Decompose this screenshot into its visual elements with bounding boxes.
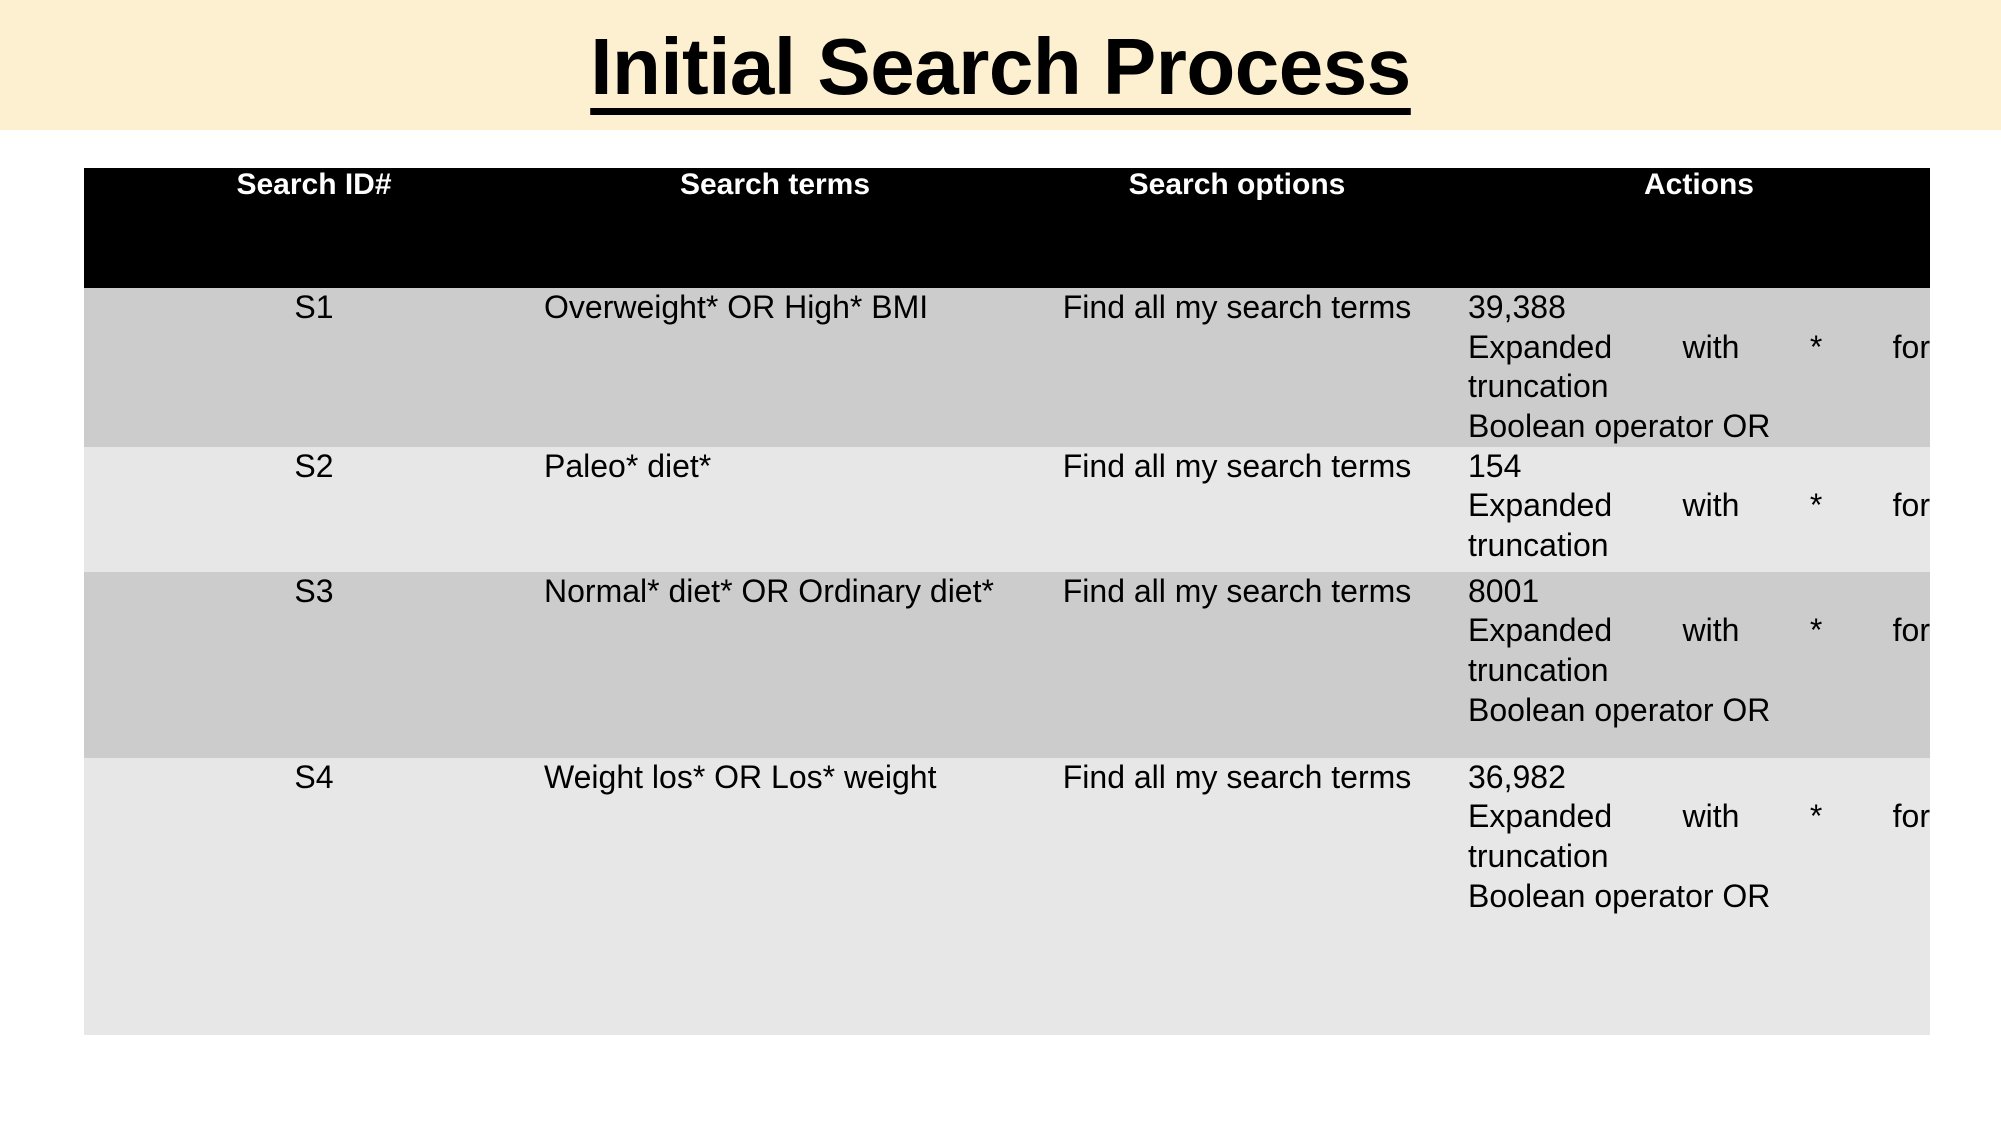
table-row: S3 Normal* diet* OR Ordinary diet* Find …: [84, 571, 1930, 758]
actions-expanded-note: Expanded with * for: [1468, 798, 1930, 835]
table-header-row: Search ID# Search terms Search options A…: [84, 168, 1930, 288]
actions-result-count: 36,982: [1468, 758, 1566, 795]
cell-actions: 8001 Expanded with * for truncation Bool…: [1468, 571, 1930, 758]
actions-boolean-note: Boolean operator OR: [1468, 877, 1771, 914]
cell-search-id: S3: [84, 571, 544, 758]
cell-search-id: S2: [84, 446, 544, 572]
actions-boolean-note: Boolean operator OR: [1468, 691, 1771, 728]
actions-result-count: 154: [1468, 447, 1522, 484]
cell-search-options: Find all my search terms: [1006, 571, 1468, 758]
cell-search-id: S1: [84, 288, 544, 447]
actions-truncation-note: truncation: [1468, 652, 1609, 689]
page-title: Initial Search Process: [590, 22, 1411, 111]
column-header-search-options: Search options: [1006, 168, 1468, 288]
actions-expanded-note: Expanded with * for: [1468, 612, 1930, 649]
column-header-search-terms: Search terms: [544, 168, 1006, 288]
column-header-search-id: Search ID#: [84, 168, 544, 288]
title-banner: Initial Search Process: [0, 0, 2001, 130]
actions-expanded-note: Expanded with * for: [1468, 328, 1930, 365]
table-row: S4 Weight los* OR Los* weight Find all m…: [84, 757, 1930, 1035]
cell-search-options: Find all my search terms: [1006, 757, 1468, 1035]
cell-search-options: Find all my search terms: [1006, 288, 1468, 447]
cell-search-options: Find all my search terms: [1006, 446, 1468, 572]
cell-actions: 154 Expanded with * for truncation: [1468, 446, 1930, 572]
table-row: S2 Paleo* diet* Find all my search terms…: [84, 446, 1930, 572]
cell-search-terms: Overweight* OR High* BMI: [544, 288, 1006, 447]
cell-actions: 39,388 Expanded with * for truncation Bo…: [1468, 288, 1930, 447]
actions-truncation-note: truncation: [1468, 838, 1609, 875]
actions-expanded-note: Expanded with * for: [1468, 487, 1930, 524]
column-header-actions: Actions: [1468, 168, 1930, 288]
actions-truncation-note: truncation: [1468, 368, 1609, 405]
cell-search-terms: Normal* diet* OR Ordinary diet*: [544, 571, 1006, 758]
cell-actions: 36,982 Expanded with * for truncation Bo…: [1468, 757, 1930, 1035]
actions-boolean-note: Boolean operator OR: [1468, 408, 1771, 445]
search-process-table: Search ID# Search terms Search options A…: [84, 168, 1930, 1035]
cell-search-terms: Paleo* diet*: [544, 446, 1006, 572]
cell-search-terms: Weight los* OR Los* weight: [544, 757, 1006, 1035]
actions-result-count: 39,388: [1468, 289, 1566, 325]
actions-result-count: 8001: [1468, 572, 1540, 609]
table-body: S1 Overweight* OR High* BMI Find all my …: [84, 288, 1930, 1035]
cell-search-id: S4: [84, 757, 544, 1035]
actions-truncation-note: truncation: [1468, 527, 1609, 564]
table-header: Search ID# Search terms Search options A…: [84, 168, 1930, 288]
table-row: S1 Overweight* OR High* BMI Find all my …: [84, 288, 1930, 447]
